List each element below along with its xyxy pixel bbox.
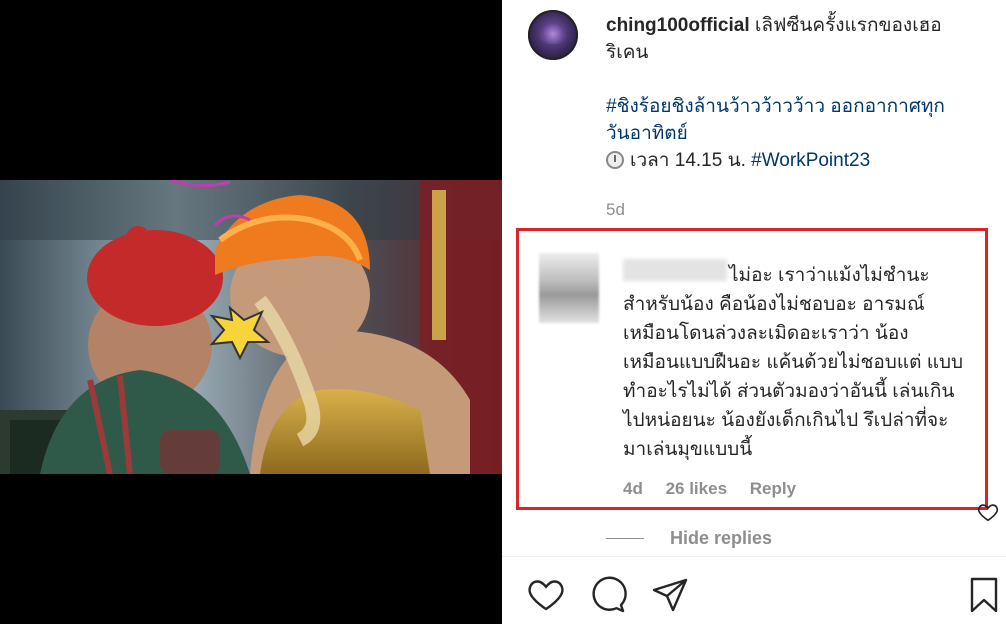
workpoint-hashtag[interactable]: #WorkPoint23 (751, 150, 870, 171)
paper-plane-icon[interactable] (650, 575, 690, 615)
hide-replies-label: Hide replies (670, 528, 773, 548)
post-media[interactable] (0, 0, 502, 624)
comment-text: ไม่อะ เราว่าแม้งไม่ชำนะ สำหรับน้อง คือน้… (623, 265, 964, 460)
comment-bubble-icon[interactable] (588, 575, 628, 615)
reply-button[interactable]: Reply (750, 479, 796, 498)
post-image (0, 180, 502, 474)
comment-likes[interactable]: 26 likes (666, 479, 727, 498)
divider (502, 556, 1006, 557)
action-bar (502, 565, 1006, 624)
post-age[interactable]: 5d (606, 200, 625, 220)
post-caption: ching100official เลิฟซีนครั้งแรกของเฮอ ร… (606, 12, 996, 174)
air-time: เวลา 14.15 น. (630, 150, 746, 171)
post-sidebar: ching100official เลิฟซีนครั้งแรกของเฮอ ร… (502, 0, 1006, 624)
hide-replies-button[interactable]: Hide replies (606, 528, 772, 549)
comment-meta: 4d 26 likes Reply (623, 479, 814, 499)
hashtag-link-cont[interactable]: วันอาทิตย์ (606, 120, 996, 147)
hashtag-link[interactable]: #ชิงร้อยชิงล้านว้าวว้าวว้าว ออกอากาศทุก (606, 93, 996, 120)
clock-icon (606, 151, 624, 169)
username-link[interactable]: ching100official (606, 15, 750, 36)
small-heart-icon[interactable] (977, 501, 999, 523)
caption-text-cont: ริเคน (606, 42, 649, 63)
profile-avatar[interactable] (528, 10, 578, 60)
caption-text: เลิฟซีนครั้งแรกของเฮอ (754, 15, 942, 36)
comment-avatar[interactable] (539, 253, 599, 323)
highlighted-comment: ไม่อะ เราว่าแม้งไม่ชำนะ สำหรับน้อง คือน้… (516, 228, 999, 522)
comment-age[interactable]: 4d (623, 479, 643, 498)
heart-icon[interactable] (526, 575, 566, 615)
bookmark-icon[interactable] (964, 575, 1004, 615)
